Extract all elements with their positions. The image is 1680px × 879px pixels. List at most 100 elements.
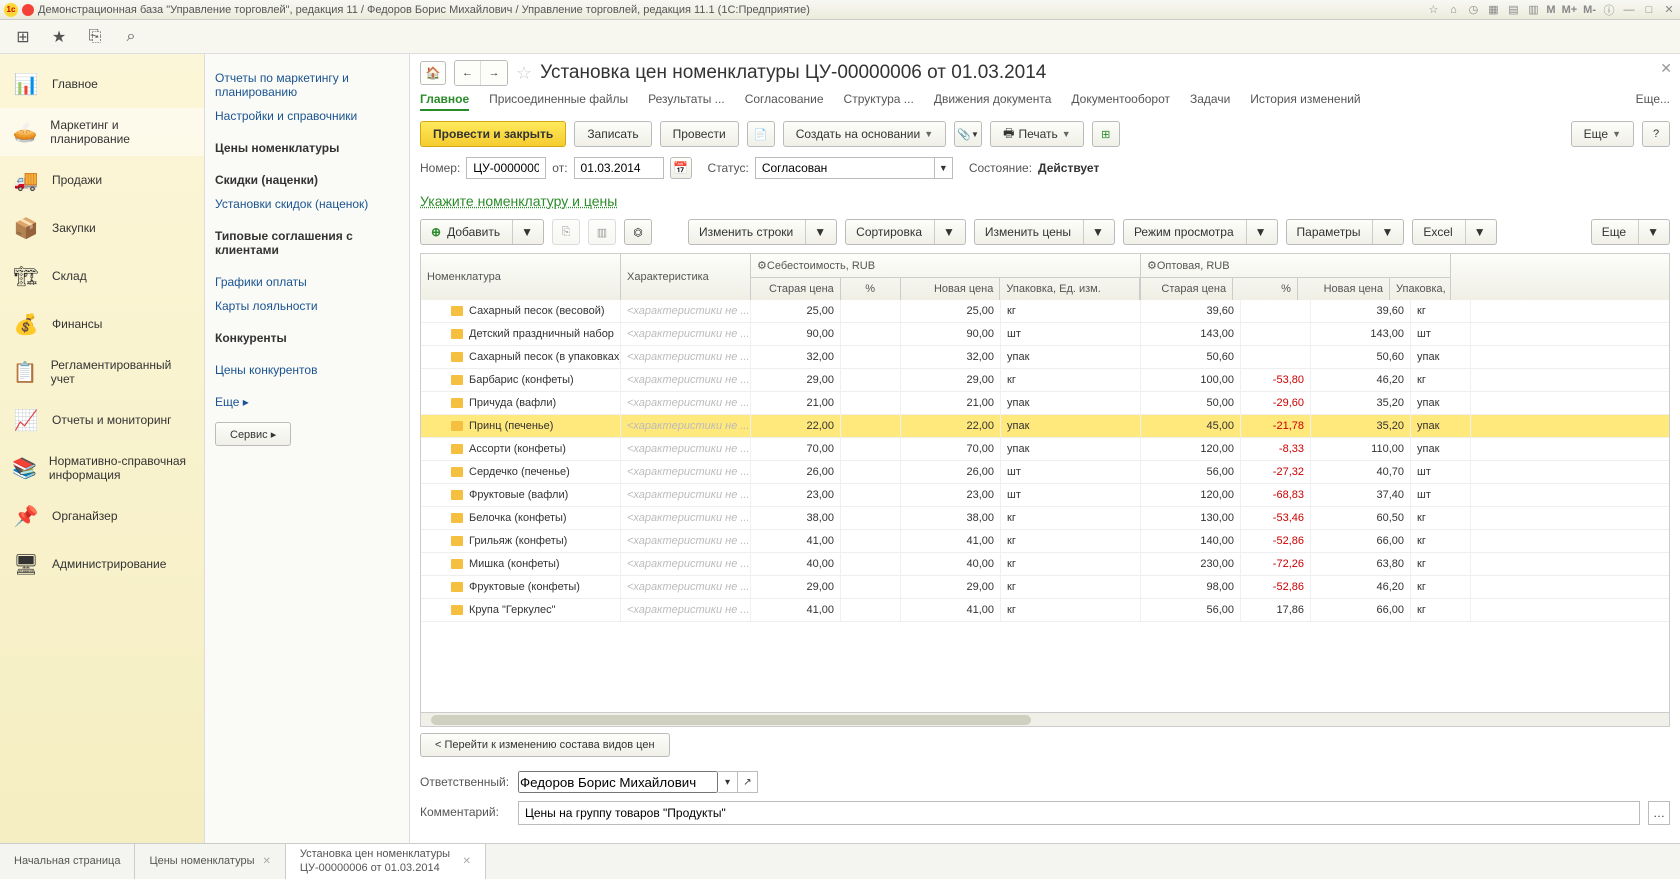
responsible-open-icon[interactable]: ↗ <box>738 771 758 793</box>
th-new-price2[interactable]: Новая цена <box>1298 278 1390 300</box>
close-tab-icon[interactable]: ✕ <box>262 856 270 868</box>
close-form-icon[interactable]: ✕ <box>1660 60 1672 77</box>
m-button[interactable]: М <box>1546 4 1555 16</box>
post-and-close-button[interactable]: Провести и закрыть <box>420 121 566 147</box>
calc-icon[interactable]: ▦ <box>1486 3 1500 17</box>
info-icon[interactable]: ⓘ <box>1602 3 1616 17</box>
submenu-item-9[interactable]: Цены конкурентов <box>215 358 399 382</box>
submenu-item-10[interactable]: Еще ▸ <box>215 390 399 414</box>
view-mode-button[interactable]: Режим просмотра▼ <box>1123 219 1278 245</box>
service-button[interactable]: Сервис ▸ <box>215 422 291 446</box>
sidebar-item-4[interactable]: 🏗Склад <box>0 252 204 300</box>
change-price-types-link[interactable]: < Перейти к изменению состава видов цен <box>420 733 670 757</box>
submenu-item-0[interactable]: Отчеты по маркетингу и планированию <box>215 66 399 104</box>
tab-9[interactable]: Еще... <box>1636 92 1670 111</box>
th-unit2[interactable]: Упаковка, <box>1390 278 1450 300</box>
tab-3[interactable]: Согласование <box>745 92 824 111</box>
sidebar-item-9[interactable]: 📌Органайзер <box>0 492 204 540</box>
calendar-picker-icon[interactable]: 📅 <box>670 157 692 179</box>
section-link[interactable]: Укажите номенклатуру и цены <box>420 193 1670 209</box>
change-rows-button[interactable]: Изменить строки▼ <box>688 219 837 245</box>
add-button[interactable]: ⊕Добавить▼ <box>420 219 544 245</box>
responsible-input[interactable] <box>518 771 718 793</box>
tab-4[interactable]: Структура ... <box>844 92 914 111</box>
comment-expand-icon[interactable]: … <box>1648 801 1670 825</box>
tab-5[interactable]: Движения документа <box>934 92 1052 111</box>
m-plus-button[interactable]: М+ <box>1562 4 1578 16</box>
favorite-star-icon[interactable]: ☆ <box>516 63 532 84</box>
submenu-item-2[interactable]: Цены номенклатуры <box>215 136 399 160</box>
grid-icon[interactable]: ▥ <box>1526 3 1540 17</box>
sidebar-item-6[interactable]: 📋Регламентированный учет <box>0 348 204 396</box>
calendar-icon[interactable]: ▤ <box>1506 3 1520 17</box>
bottom-tab-2[interactable]: Установка цен номенклатуры ЦУ-00000006 о… <box>286 844 486 879</box>
tab-7[interactable]: Задачи <box>1190 92 1230 111</box>
print-button[interactable]: 🖶 Печать▼ <box>990 121 1084 147</box>
excel-button[interactable]: Excel▼ <box>1412 219 1496 245</box>
fav-icon[interactable]: ☆ <box>1426 3 1440 17</box>
date-input[interactable] <box>574 157 664 179</box>
tab-8[interactable]: История изменений <box>1250 92 1360 111</box>
th-pct[interactable]: % <box>841 278 901 300</box>
submenu-item-8[interactable]: Конкуренты <box>215 326 399 350</box>
table-row[interactable]: Фруктовые (конфеты)<характеристики не ..… <box>421 576 1669 599</box>
sidebar-item-5[interactable]: 💰Финансы <box>0 300 204 348</box>
maximize-icon[interactable]: □ <box>1642 3 1656 17</box>
th-pct2[interactable]: % <box>1233 278 1298 300</box>
table-row[interactable]: Сердечко (печенье)<характеристики не ...… <box>421 461 1669 484</box>
excel-icon-button[interactable]: ⊞ <box>1092 121 1120 147</box>
home-icon[interactable]: ⌂ <box>1446 3 1460 17</box>
th-characteristic[interactable]: Характеристика <box>621 254 750 300</box>
table-row[interactable]: Ассорти (конфеты)<характеристики не ...7… <box>421 438 1669 461</box>
post-button[interactable]: Провести <box>660 121 739 147</box>
tab-0[interactable]: Главное <box>420 92 469 111</box>
sidebar-item-3[interactable]: 📦Закупки <box>0 204 204 252</box>
sidebar-item-10[interactable]: 🖥Администрирование <box>0 540 204 588</box>
help-button[interactable]: ? <box>1642 121 1670 147</box>
barcode-icon-button[interactable]: ⏣ <box>624 219 652 245</box>
table-row[interactable]: Белочка (конфеты)<характеристики не ...3… <box>421 507 1669 530</box>
th-old-price2[interactable]: Старая цена <box>1141 278 1233 300</box>
close-window-icon[interactable]: ✕ <box>1662 3 1676 17</box>
submenu-item-4[interactable]: Установки скидок (наценок) <box>215 192 399 216</box>
sidebar-item-1[interactable]: 🥧Маркетинг и планирование <box>0 108 204 156</box>
responsible-dropdown-icon[interactable]: ▾ <box>718 771 738 793</box>
number-input[interactable] <box>466 157 546 179</box>
comment-input[interactable] <box>518 801 1640 825</box>
minimize-icon[interactable]: — <box>1622 3 1636 17</box>
table-row[interactable]: Крупа "Геркулес"<характеристики не ...41… <box>421 599 1669 622</box>
params-button[interactable]: Параметры▼ <box>1286 219 1405 245</box>
submenu-item-6[interactable]: Графики оплаты <box>215 270 399 294</box>
apps-icon[interactable]: ⊞ <box>14 28 32 46</box>
table-body[interactable]: Сахарный песок (весовой)<характеристики … <box>421 300 1669 712</box>
table-row[interactable]: Детский праздничный набор<характеристики… <box>421 323 1669 346</box>
table-more-button[interactable]: Еще▼ <box>1591 219 1670 245</box>
sidebar-item-7[interactable]: 📈Отчеты и мониторинг <box>0 396 204 444</box>
submenu-item-7[interactable]: Карты лояльности <box>215 294 399 318</box>
status-dropdown-icon[interactable]: ▼ <box>935 157 953 179</box>
table-row[interactable]: Принц (печенье)<характеристики не ...22,… <box>421 415 1669 438</box>
attach-icon-button[interactable]: 📎▼ <box>954 121 982 147</box>
submenu-item-1[interactable]: Настройки и справочники <box>215 104 399 128</box>
more-button[interactable]: Еще▼ <box>1571 121 1634 147</box>
th-new-price[interactable]: Новая цена <box>901 278 1001 300</box>
tab-1[interactable]: Присоединенные файлы <box>489 92 628 111</box>
nav-forward-button[interactable]: → <box>481 61 507 85</box>
nav-back-button[interactable]: ← <box>455 61 481 85</box>
th-nomenclature[interactable]: Номенклатура <box>421 254 620 300</box>
th-old-price[interactable]: Старая цена <box>751 278 841 300</box>
status-select[interactable] <box>755 157 935 179</box>
m-minus-button[interactable]: М- <box>1583 4 1596 16</box>
home-button[interactable]: 🏠 <box>420 61 446 85</box>
tab-2[interactable]: Результаты ... <box>648 92 725 111</box>
tab-6[interactable]: Документооборот <box>1071 92 1170 111</box>
horizontal-scrollbar[interactable] <box>421 712 1669 726</box>
tree-icon[interactable]: ⎘ <box>86 28 104 46</box>
th-wholesale-group[interactable]: ⚙ Оптовая, RUB <box>1141 254 1450 278</box>
th-cost-group[interactable]: ⚙ Себестоимость, RUB <box>751 254 1140 278</box>
create-based-button[interactable]: Создать на основании▼ <box>783 121 946 147</box>
th-unit[interactable]: Упаковка, Ед. изм. <box>1000 278 1140 300</box>
change-prices-button[interactable]: Изменить цены▼ <box>974 219 1115 245</box>
star-icon[interactable]: ★ <box>50 28 68 46</box>
paste-icon-button[interactable]: ▥ <box>588 219 616 245</box>
